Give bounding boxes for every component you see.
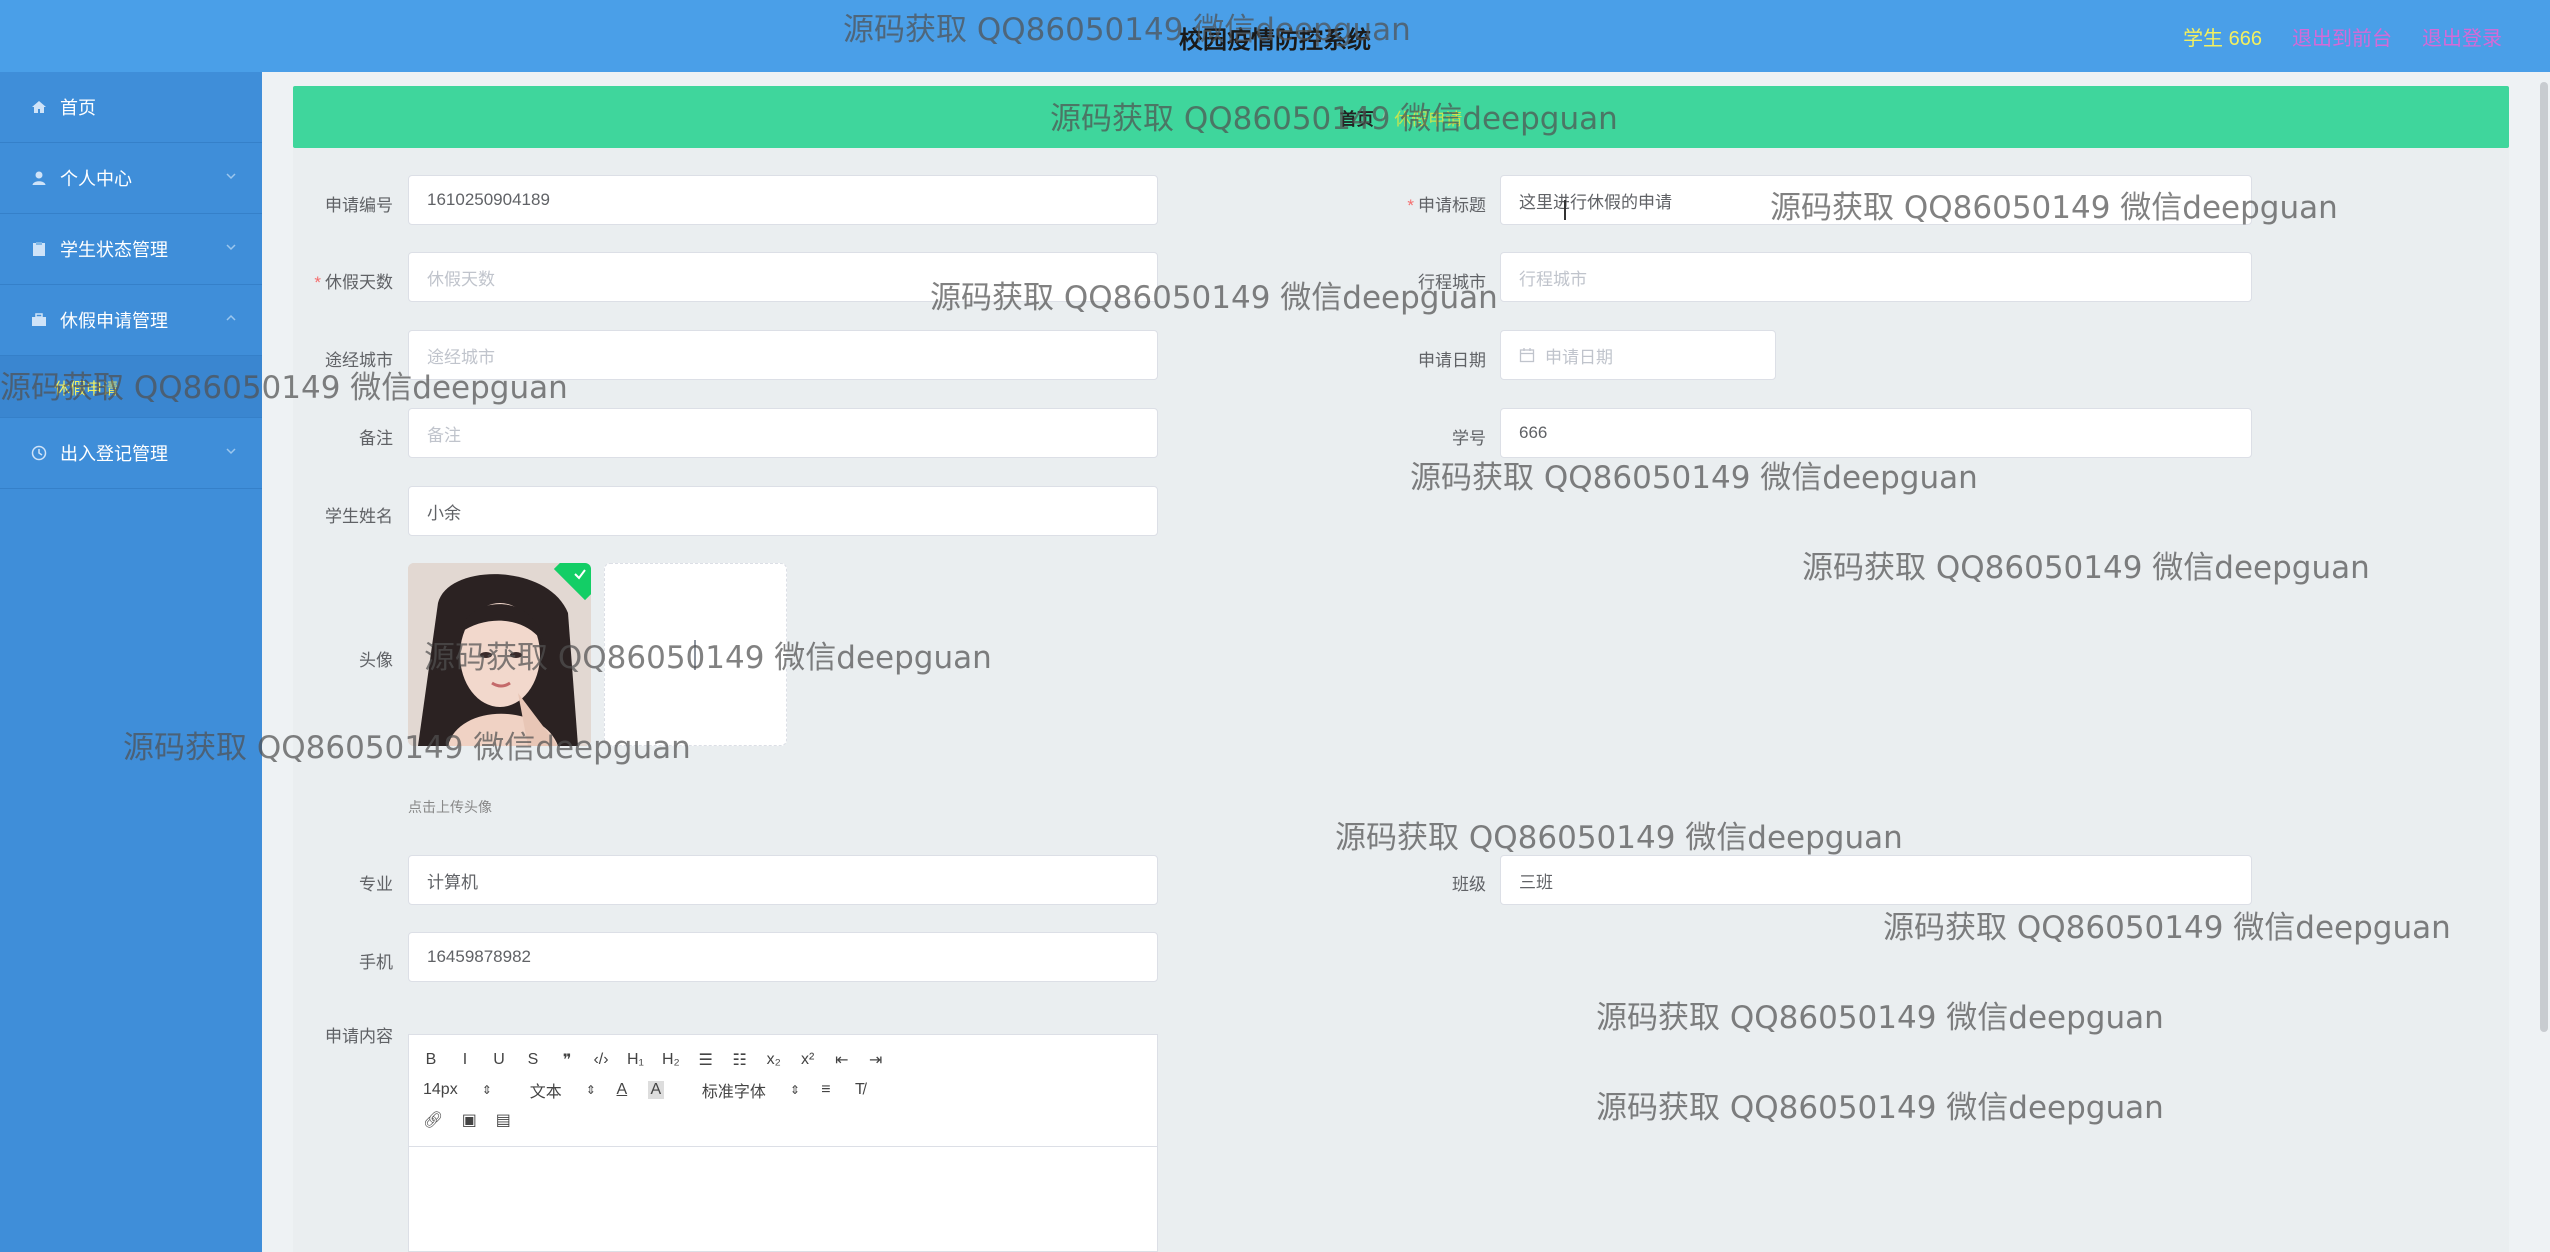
sidebar-item-label: 出入登记管理 [60, 444, 168, 464]
watermark: 源码获取 QQ86050149 微信deepguan [1335, 820, 1903, 856]
text-cursor [1564, 200, 1566, 220]
select-arrows-icon: ⇕ [789, 1083, 800, 1097]
video-icon[interactable]: ▤ [495, 1110, 511, 1130]
class-field[interactable]: 三班 [1500, 855, 2252, 905]
calendar-icon [1519, 348, 1535, 363]
editor-tool-icon[interactable]: B [423, 1051, 439, 1069]
align-icon[interactable]: ≡ [818, 1081, 834, 1099]
editor-content-area[interactable] [409, 1147, 1157, 1251]
apply-no-field[interactable]: 1610250904189 [408, 175, 1158, 225]
avatar-label: 头像 [359, 651, 393, 670]
remark-field[interactable]: 备注 [408, 408, 1158, 458]
user-area: 学生 666 退出到前台 退出登录 [2183, 22, 2550, 51]
sidebar-item-student-status[interactable]: 学生状态管理 [0, 214, 262, 285]
chevron-down-icon [226, 448, 236, 455]
watermark: 源码获取 QQ86050149 微信deepguan [1050, 101, 1618, 137]
watermark: 源码获取 QQ86050149 微信deepguan [1883, 910, 2451, 946]
apply-date-placeholder: 申请日期 [1545, 347, 1613, 367]
phone-field[interactable]: 16459878982 [408, 932, 1158, 982]
clipboard-icon [30, 240, 48, 258]
current-user-label: 学生 666 [2183, 28, 2262, 50]
editor-tool-icon[interactable]: S [525, 1051, 541, 1069]
apply-title-label: * 申请标题 [1407, 196, 1486, 215]
major-field[interactable]: 计算机 [408, 855, 1158, 905]
watermark: 源码获取 QQ86050149 微信deepguan [0, 370, 568, 406]
editor-tool-icon[interactable]: U [491, 1051, 507, 1069]
trip-city-field[interactable]: 行程城市 [1500, 252, 2252, 302]
chevron-down-icon [226, 244, 236, 251]
chevron-up-icon [226, 314, 236, 321]
rich-text-editor[interactable]: B I U S ❞ ‹/› H₁ H₂ ☰ ☷ x₂ x² ⇤ ⇥ 14px ⇕ 文本 ⇕ A A 标准字体 ⇕… [408, 1034, 1158, 1252]
watermark: 源码获取 QQ86050149 微信deepguan [1596, 1000, 2164, 1036]
editor-toolbar: B I U S ❞ ‹/› H₁ H₂ ☰ ☷ x₂ x² ⇤ ⇥ 14px ⇕ 文本 ⇕ A A 标准字体 ⇕… [409, 1035, 1157, 1147]
editor-tool-icon[interactable]: H₁ [627, 1051, 644, 1069]
font-family-select[interactable]: 标准字体 ⇕ [702, 1078, 800, 1102]
editor-tool-icon[interactable]: x² [800, 1051, 816, 1069]
watermark: 源码获取 QQ86050149 微信deepguan [1596, 1090, 2164, 1126]
sidebar: 首页 个人中心 学生状态管理 休假申请管理 休假申请 出入登记管理 [0, 72, 262, 1252]
sidebar-item-label: 学生状态管理 [60, 240, 168, 260]
editor-toolbar-row: 14px ⇕ 文本 ⇕ A A 标准字体 ⇕ ≡ T̸ [423, 1075, 1143, 1105]
image-icon[interactable]: ▣ [461, 1110, 477, 1130]
student-name-label: 学生姓名 [325, 507, 393, 526]
student-no-field[interactable]: 666 [1500, 408, 2252, 458]
briefcase-icon [30, 311, 48, 329]
watermark: 源码获取 QQ86050149 微信deepguan [424, 640, 992, 676]
select-arrows-icon: ⇕ [585, 1083, 596, 1097]
watermark: 源码获取 QQ86050149 微信deepguan [1770, 190, 2338, 226]
sidebar-item-leave-management[interactable]: 休假申请管理 [0, 285, 262, 356]
student-no-label: 学号 [1452, 429, 1486, 448]
check-icon [574, 569, 586, 580]
editor-tool-icon[interactable]: ⇤ [834, 1050, 850, 1070]
select-arrows-icon: ⇕ [481, 1083, 492, 1097]
font-color-icon[interactable]: A [614, 1081, 630, 1099]
link-icon[interactable]: 🔗︎ [423, 1110, 443, 1130]
remark-label: 备注 [359, 429, 393, 448]
apply-date-picker[interactable]: 申请日期 [1500, 330, 1776, 380]
major-label: 专业 [359, 875, 393, 894]
editor-toolbar-row: 🔗︎ ▣ ▤ [423, 1105, 1143, 1135]
clear-format-icon[interactable]: T̸ [852, 1081, 868, 1099]
phone-label: 手机 [359, 953, 393, 972]
editor-tool-icon[interactable]: ☰ [698, 1050, 714, 1070]
home-icon [30, 98, 48, 116]
editor-tool-icon[interactable]: I [457, 1051, 473, 1069]
editor-tool-icon[interactable]: x₂ [766, 1051, 782, 1069]
sidebar-item-home[interactable]: 首页 [0, 72, 262, 143]
editor-tool-icon[interactable]: ❞ [559, 1050, 575, 1070]
watermark: 源码获取 QQ86050149 微信deepguan [930, 280, 1498, 316]
editor-toolbar-row: B I U S ❞ ‹/› H₁ H₂ ☰ ☷ x₂ x² ⇤ ⇥ [423, 1045, 1143, 1075]
apply-no-label: 申请编号 [325, 196, 393, 215]
page-scrollbar[interactable] [2538, 72, 2550, 1032]
sidebar-item-access-log[interactable]: 出入登记管理 [0, 418, 262, 489]
content-label: 申请内容 [325, 1027, 393, 1046]
scrollbar-thumb[interactable] [2540, 82, 2548, 1032]
editor-tool-icon[interactable]: H₂ [662, 1051, 680, 1069]
editor-tool-icon[interactable]: ‹/› [593, 1051, 609, 1069]
days-label: * 休假天数 [314, 273, 393, 292]
editor-tool-icon[interactable]: ⇥ [868, 1050, 884, 1070]
sidebar-item-personal-center[interactable]: 个人中心 [0, 143, 262, 214]
logout-link[interactable]: 退出登录 [2422, 22, 2502, 51]
class-label: 班级 [1452, 875, 1486, 894]
clock-icon [30, 444, 48, 462]
back-to-front-link[interactable]: 退出到前台 [2292, 22, 2392, 51]
font-size-select[interactable]: 14px ⇕ [423, 1081, 492, 1099]
editor-tool-icon[interactable]: ☷ [732, 1050, 748, 1070]
user-icon [30, 169, 48, 187]
sidebar-item-label: 休假申请管理 [60, 311, 168, 331]
watermark: 源码获取 QQ86050149 微信deepguan [1802, 550, 2370, 586]
chevron-down-icon [226, 173, 236, 180]
apply-date-label: 申请日期 [1418, 351, 1486, 370]
text-type-select[interactable]: 文本 ⇕ [530, 1078, 596, 1102]
watermark: 源码获取 QQ86050149 微信deepguan [843, 12, 1411, 48]
sidebar-item-label: 首页 [60, 98, 96, 118]
watermark: 源码获取 QQ86050149 微信deepguan [1410, 460, 1978, 496]
avatar-upload-hint: 点击上传头像 [408, 799, 492, 815]
background-color-icon[interactable]: A [647, 1081, 664, 1099]
watermark: 源码获取 QQ86050149 微信deepguan [123, 730, 691, 766]
sidebar-item-label: 个人中心 [60, 169, 132, 189]
student-name-field[interactable]: 小余 [408, 486, 1158, 536]
